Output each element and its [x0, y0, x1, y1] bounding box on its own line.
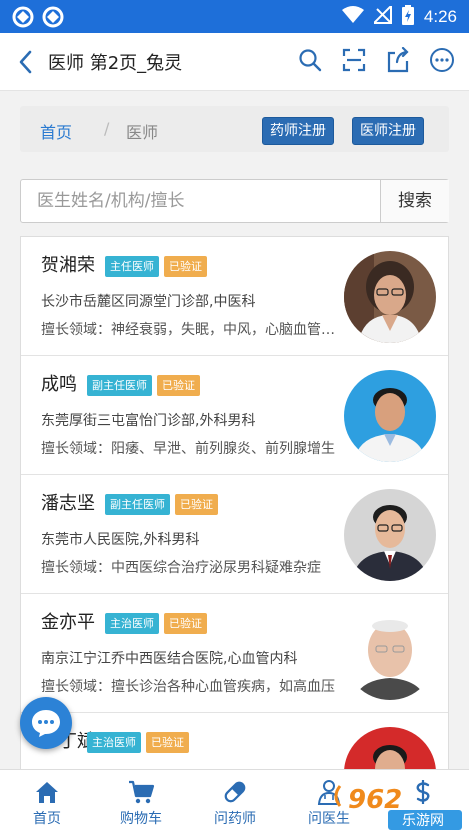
more-button[interactable]: [429, 46, 455, 74]
doctor-name: 潘志坚: [41, 493, 95, 514]
breadcrumb-current: 医师: [126, 123, 159, 142]
doctor-card[interactable]: 丁斌 主治医师 已验证: [21, 713, 448, 769]
search-bar: 搜索: [20, 179, 449, 223]
doctor-title-badge: 主治医师: [105, 613, 159, 634]
nav-label: 问药师: [214, 811, 256, 827]
back-button[interactable]: [14, 48, 40, 76]
app-header: 医师 第2页_兔灵: [0, 33, 469, 91]
doctor-avatar: [344, 370, 436, 462]
battery-icon: [401, 5, 414, 29]
doctor-title-badge: 主治医师: [87, 732, 141, 753]
doctor-skill: 擅长领域：擅长诊治各种心血管疾病，如高血压: [41, 679, 335, 695]
home-icon: [36, 782, 58, 803]
doctor-title-badge: 主任医师: [105, 256, 159, 277]
doctor-skill: 擅长领域：中西医综合治疗泌尿男科疑难杂症: [41, 560, 321, 576]
doctor-avatar: [344, 608, 436, 700]
nav-label: 购物车: [120, 811, 162, 827]
doctor-hospital: 东莞厚街三屯富怡门诊部,外科男科: [41, 413, 256, 429]
doctor-name: 成鸣: [41, 374, 77, 395]
verified-badge: 已验证: [164, 613, 207, 634]
search-input[interactable]: [21, 180, 380, 222]
doctor-card[interactable]: 潘志坚 副主任医师 已验证 东莞市人民医院,外科男科 擅长领域：中西医综合治疗泌…: [21, 475, 448, 594]
doctor-list: 贺湘荣 主任医师 已验证 长沙市岳麓区同源堂门诊部,中医科 擅长领域：神经衰弱，…: [20, 236, 449, 769]
doctor-avatar: [344, 489, 436, 581]
verified-badge: 已验证: [146, 732, 189, 753]
back-arrow-icon: [19, 50, 32, 74]
status-time: 4:26: [423, 7, 457, 26]
watermark-site: 乐游网: [402, 813, 444, 829]
more-icon: [430, 48, 454, 72]
cart-icon: [129, 780, 155, 804]
nav-cart[interactable]: 购物车: [94, 770, 188, 835]
doctor-hospital: 长沙市岳麓区同源堂门诊部,中医科: [41, 294, 256, 310]
page-title: 医师 第2页_兔灵: [48, 53, 183, 74]
search-button[interactable]: [297, 46, 323, 74]
app-notification-icon: [42, 6, 64, 32]
verified-badge: 已验证: [175, 494, 218, 515]
doctor-title-badge: 副主任医师: [87, 375, 152, 396]
doctor-card[interactable]: 金亦平 主治医师 已验证 南京江宁江乔中西医结合医院,心血管内科 擅长领域：擅长…: [21, 594, 448, 713]
chat-float-button[interactable]: [20, 697, 72, 749]
breadcrumb-home-link[interactable]: 首页: [40, 119, 72, 143]
doctor-skill: 擅长领域：神经衰弱，失眠，中风，心脑血管疾病: [41, 322, 335, 338]
scan-button[interactable]: [341, 46, 367, 74]
pill-icon: [224, 781, 246, 803]
status-bar: 4:26: [0, 0, 469, 33]
app-notification-icon: [12, 6, 34, 32]
doctor-register-button[interactable]: 医师注册: [352, 117, 424, 145]
chat-bubble-icon: [32, 710, 60, 737]
verified-badge: 已验证: [164, 256, 207, 277]
search-icon: [299, 49, 322, 72]
wifi-icon: [341, 6, 364, 28]
breadcrumb: 首页 / 医师 药师注册 医师注册: [20, 106, 449, 152]
doctor-title-badge: 副主任医师: [105, 494, 170, 515]
doctor-hospital: 南京江宁江乔中西医结合医院,心血管内科: [41, 651, 298, 667]
no-signal-icon: [371, 3, 392, 28]
doctor-name: 贺湘荣: [41, 255, 95, 276]
doctor-avatar: [344, 251, 436, 343]
doctor-card[interactable]: 成鸣 副主任医师 已验证 东莞厚街三屯富怡门诊部,外科男科 擅长领域：阳痿、早泄…: [21, 356, 448, 475]
doctor-card[interactable]: 贺湘荣 主任医师 已验证 长沙市岳麓区同源堂门诊部,中医科 擅长领域：神经衰弱，…: [21, 237, 448, 356]
doctor-avatar: [344, 727, 436, 769]
doctor-skill: 擅长领域：阳痿、早泄、前列腺炎、前列腺增生: [41, 441, 335, 457]
nav-label: 首页: [33, 811, 61, 827]
search-submit-button[interactable]: 搜索: [380, 180, 449, 222]
share-icon: [387, 47, 409, 73]
doctor-name: 金亦平: [41, 612, 95, 633]
scan-icon: [342, 48, 366, 72]
doctor-hospital: 东莞市人民医院,外科男科: [41, 532, 200, 548]
verified-badge: 已验证: [157, 375, 200, 396]
nav-home[interactable]: 首页: [0, 770, 94, 835]
breadcrumb-separator: /: [104, 119, 110, 138]
watermark-logo: 962 乐游网: [330, 778, 465, 830]
share-button[interactable]: [385, 46, 411, 74]
nav-ask-pharmacist[interactable]: 问药师: [188, 770, 282, 835]
pharmacist-register-button[interactable]: 药师注册: [262, 117, 334, 145]
